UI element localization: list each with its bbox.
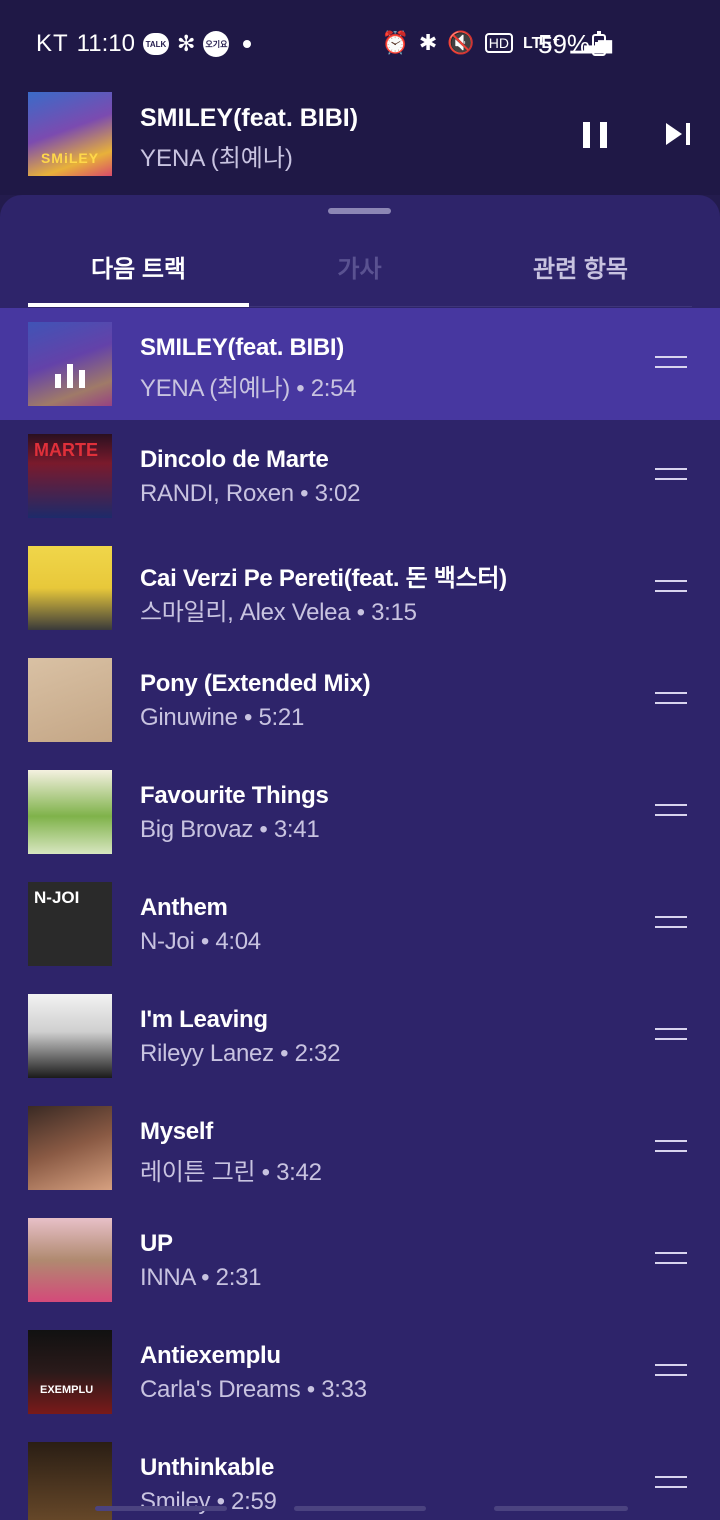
flower-icon: ✻ <box>176 31 196 56</box>
tab-lyrics[interactable]: 가사 <box>249 249 470 284</box>
track-meta: N-Joi • 4:04 <box>140 928 261 955</box>
drag-handle-icon[interactable] <box>655 692 687 706</box>
now-playing-album-art: SMiLEY <box>28 92 112 176</box>
track-row[interactable]: I'm Leaving Rileyy Lanez • 2:32 <box>0 980 720 1092</box>
track-album-art <box>28 1218 112 1302</box>
track-title: Dincolo de Marte <box>140 446 329 473</box>
track-album-art: N-JOI <box>28 882 112 966</box>
track-album-art <box>28 546 112 630</box>
battery-percent: 59% <box>538 29 591 59</box>
album-art-text: N-JOI <box>34 888 80 907</box>
pause-icon <box>583 122 590 148</box>
track-title: I'm Leaving <box>140 1006 268 1033</box>
track-title: Pony (Extended Mix) <box>140 670 371 697</box>
kakaotalk-icon: TALK <box>142 33 169 55</box>
track-list: SMILEY(feat. BIBI) YENA (최예나) • 2:54 MAR… <box>0 308 720 1520</box>
nav-recent-button[interactable] <box>95 1506 227 1511</box>
album-art-text: MARTE <box>34 440 98 460</box>
track-row[interactable]: Favourite Things Big Brovaz • 3:41 <box>0 756 720 868</box>
track-title: Favourite Things <box>140 782 329 809</box>
pause-button[interactable] <box>583 122 607 148</box>
skip-next-button[interactable] <box>666 123 690 145</box>
track-meta: RANDI, Roxen • 3:02 <box>140 480 361 507</box>
track-title: Unthinkable <box>140 1454 275 1481</box>
track-row[interactable]: UP INNA • 2:31 <box>0 1204 720 1316</box>
active-tab-indicator <box>28 303 249 307</box>
drag-handle-icon[interactable] <box>655 1028 687 1042</box>
track-title: UP <box>140 1230 173 1257</box>
track-album-art <box>28 1106 112 1190</box>
pause-icon <box>600 122 607 148</box>
track-album-art <box>28 770 112 854</box>
drag-handle-icon[interactable] <box>655 916 687 930</box>
status-left: KT 11:10 TALK ✻ 오기요 <box>36 30 252 58</box>
tab-up-next[interactable]: 다음 트랙 <box>28 249 249 284</box>
clock: 11:10 <box>76 30 135 57</box>
tab-bar: 다음 트랙 가사 관련 항목 <box>28 235 692 307</box>
battery-icon <box>592 31 606 56</box>
sheet-drag-handle[interactable] <box>328 208 391 214</box>
now-playing-title: SMILEY(feat. BIBI) <box>140 104 359 132</box>
track-meta: 스마일리, Alex Velea • 3:15 <box>140 599 417 626</box>
drag-handle-icon[interactable] <box>655 1140 687 1154</box>
track-album-art <box>28 658 112 742</box>
system-nav-bar <box>0 1490 720 1520</box>
skip-next-icon <box>686 123 690 145</box>
track-meta: Big Brovaz • 3:41 <box>140 816 320 843</box>
track-row[interactable]: N-JOI Anthem N-Joi • 4:04 <box>0 868 720 980</box>
track-row[interactable]: Cai Verzi Pe Pereti(feat. 돈 백스터) 스마일리, A… <box>0 532 720 644</box>
drag-handle-icon[interactable] <box>655 1364 687 1378</box>
track-row[interactable]: Myself 레이튼 그린 • 3:42 <box>0 1092 720 1204</box>
nav-home-button[interactable] <box>294 1506 426 1511</box>
track-title: Anthem <box>140 894 228 921</box>
track-row[interactable]: Pony (Extended Mix) Ginuwine • 5:21 <box>0 644 720 756</box>
track-row[interactable]: MARTE Dincolo de Marte RANDI, Roxen • 3:… <box>0 420 720 532</box>
now-playing-artist: YENA (최예나) <box>140 145 293 172</box>
alarm-icon: ⏰ <box>381 30 409 55</box>
more-notifications-icon <box>243 40 252 48</box>
drag-handle-icon[interactable] <box>655 356 687 370</box>
drag-handle-icon[interactable] <box>655 804 687 818</box>
track-album-art: EXEMPLU <box>28 1330 112 1414</box>
up-next-sheet: 다음 트랙 가사 관련 항목 SMILEY(feat. BIBI) YENA (… <box>0 195 720 1520</box>
mute-icon: 🔇 <box>447 30 475 55</box>
carrier-label: KT <box>36 30 69 57</box>
track-meta: Rileyy Lanez • 2:32 <box>140 1040 341 1067</box>
now-playing-equalizer-icon <box>55 364 85 388</box>
track-album-art: MARTE <box>28 434 112 518</box>
track-meta: Carla's Dreams • 3:33 <box>140 1376 367 1403</box>
track-meta: INNA • 2:31 <box>140 1264 262 1291</box>
hd-icon: HD <box>484 33 513 53</box>
track-album-art <box>28 994 112 1078</box>
drag-handle-icon[interactable] <box>655 468 687 482</box>
track-title: Cai Verzi Pe Pereti(feat. 돈 백스터) <box>140 565 507 592</box>
nav-back-button[interactable] <box>494 1506 628 1511</box>
track-row[interactable]: EXEMPLU Antiexemplu Carla's Dreams • 3:3… <box>0 1316 720 1428</box>
drag-handle-icon[interactable] <box>655 1476 687 1490</box>
status-bar: KT 11:10 TALK ✻ 오기요 ⏰ ✱ 🔇 HD LTE⁺ ▁▃▅ 59… <box>0 0 720 90</box>
drag-handle-icon[interactable] <box>655 580 687 594</box>
skip-next-icon <box>666 123 682 145</box>
drag-handle-icon[interactable] <box>655 1252 687 1266</box>
mini-player[interactable]: SMiLEY SMILEY(feat. BIBI) YENA (최예나) <box>0 90 720 195</box>
track-title: Myself <box>140 1118 213 1145</box>
tab-related[interactable]: 관련 항목 <box>470 249 691 284</box>
app-badge-icon: 오기요 <box>203 31 230 57</box>
bluetooth-icon: ✱ <box>418 30 438 55</box>
album-art-text: EXEMPLU <box>40 1384 94 1396</box>
track-meta: YENA (최예나) • 2:54 <box>140 375 357 402</box>
track-title: SMILEY(feat. BIBI) <box>140 334 344 361</box>
track-title: Antiexemplu <box>140 1342 281 1369</box>
album-art-text: SMiLEY <box>40 150 100 166</box>
track-meta: 레이튼 그린 • 3:42 <box>140 1159 322 1186</box>
track-row[interactable]: SMILEY(feat. BIBI) YENA (최예나) • 2:54 <box>0 308 720 420</box>
track-meta: Ginuwine • 5:21 <box>140 704 305 731</box>
